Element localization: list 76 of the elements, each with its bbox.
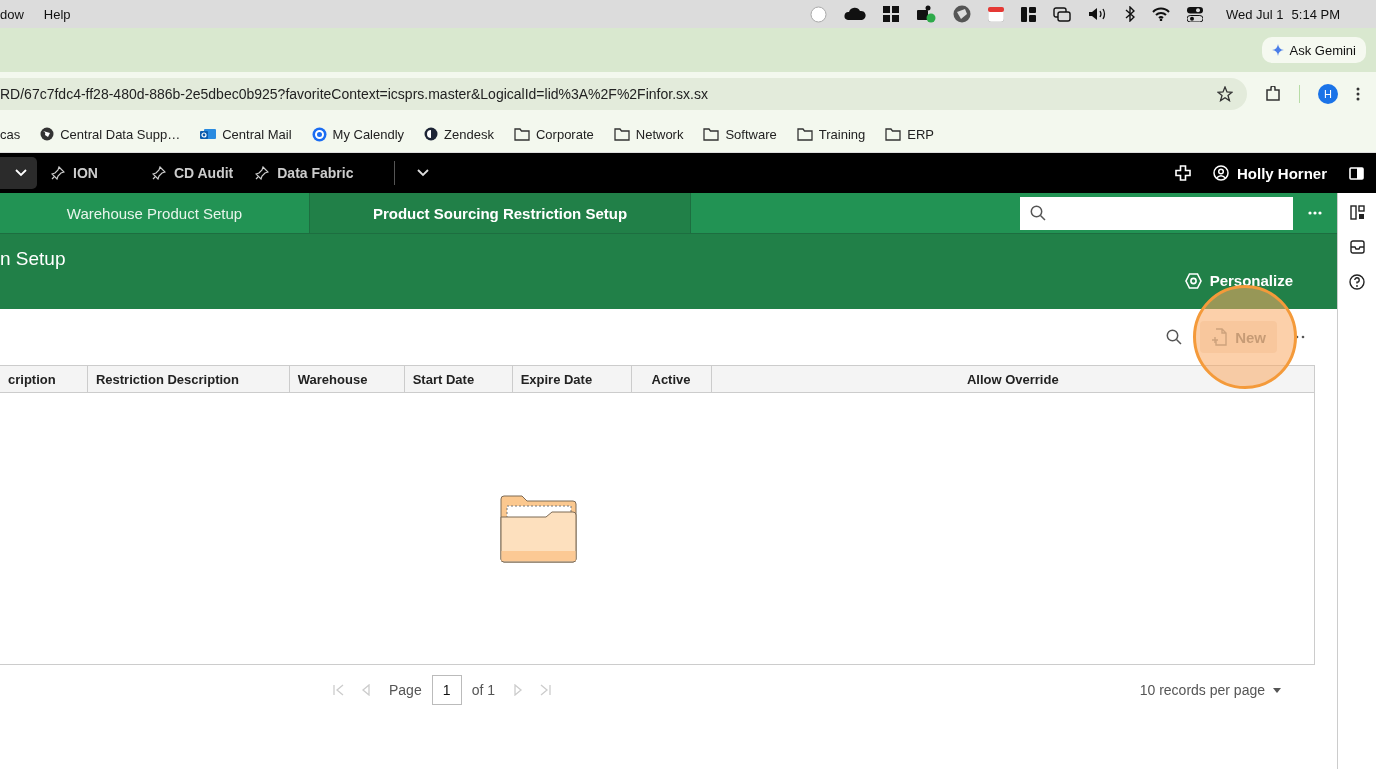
folder-icon	[796, 127, 813, 141]
layout-icon[interactable]	[1021, 6, 1036, 22]
column-header[interactable]: Allow Override	[711, 366, 1314, 392]
bookmark[interactable]: cas	[0, 126, 21, 142]
sparkle-icon	[1271, 44, 1284, 56]
pinned-app[interactable]: ION	[51, 165, 98, 181]
caret-icon	[1273, 687, 1281, 693]
hexagon-icon	[1184, 272, 1202, 289]
column-header[interactable]: Start Date	[404, 366, 513, 392]
bookmark[interactable]: Central Data Supp…	[40, 126, 181, 142]
inbox-icon[interactable]	[1349, 240, 1365, 254]
page-count: of 1	[471, 682, 496, 698]
column-header[interactable]: Restriction Description	[87, 366, 290, 392]
plus-icon[interactable]	[1175, 165, 1191, 181]
bookmark[interactable]: ERP	[885, 126, 934, 142]
menu-item[interactable]: Help	[43, 6, 71, 22]
mail-icon	[200, 127, 217, 141]
dashboard-icon[interactable]	[1349, 205, 1365, 220]
panel-icon[interactable]	[1349, 166, 1364, 180]
new-document-icon	[1211, 328, 1228, 346]
menu-item[interactable]: dow	[0, 6, 24, 22]
column-header[interactable]: Warehouse	[289, 366, 405, 392]
bookmark[interactable]: Central Mail	[200, 126, 292, 142]
bluetooth-icon[interactable]	[1125, 6, 1135, 22]
pinned-app[interactable]: CD Audit	[151, 165, 234, 181]
pin-icon	[51, 166, 65, 180]
volume-icon[interactable]	[1088, 7, 1108, 21]
search-icon[interactable]	[1166, 329, 1183, 345]
search-icon	[1030, 205, 1046, 221]
wifi-icon[interactable]	[1152, 7, 1170, 21]
bookmark[interactable]: Software	[703, 126, 777, 142]
column-header[interactable]: Active	[631, 366, 712, 392]
folder-icon	[703, 127, 720, 141]
chevron-down-icon	[15, 169, 27, 177]
empty-folder-icon	[500, 494, 578, 563]
pinned-app[interactable]: Data Fabric	[255, 165, 354, 181]
zendesk-icon	[424, 127, 439, 141]
address-bar[interactable]: RD/67c7fdc4-ff28-480d-886b-2e5dbec0b925?favoriteContext=icsprs.master&LogicalId=lid%3A%2F%2Finfor.sx.sx	[0, 78, 1247, 110]
control-center-icon[interactable]	[1187, 6, 1203, 22]
profile-avatar[interactable]: H	[1318, 84, 1338, 104]
calendly-icon	[311, 126, 327, 142]
dropdown-button[interactable]	[0, 157, 37, 189]
folder-icon	[513, 127, 530, 141]
menu-bar-date[interactable]: Wed Jul 1	[1226, 6, 1284, 22]
personalize-button[interactable]: Personalize	[1184, 272, 1293, 289]
ask-gemini-button[interactable]: Ask Gemini	[1261, 37, 1366, 63]
calendar-icon[interactable]	[988, 6, 1004, 22]
bookmark[interactable]: Corporate	[513, 126, 594, 142]
records-per-page-dropdown[interactable]: 10 records per page	[1133, 681, 1287, 699]
chevron-down-icon[interactable]	[416, 169, 429, 177]
page-title: n Setup	[0, 248, 66, 271]
more-icon[interactable]	[1356, 87, 1360, 101]
folder-icon	[885, 127, 902, 141]
pin-icon	[255, 166, 270, 180]
windows-icon[interactable]	[1053, 6, 1071, 22]
bookmark[interactable]: Network	[613, 126, 684, 142]
pin-icon	[151, 166, 166, 180]
page-input[interactable]: 1	[431, 675, 462, 705]
bookmark[interactable]: Zendesk	[424, 126, 494, 142]
bookmark[interactable]: Training	[796, 126, 866, 142]
search-field[interactable]	[1020, 196, 1293, 230]
column-header[interactable]: cription	[0, 366, 88, 392]
star-icon[interactable]	[1217, 86, 1233, 102]
menu-bar-time[interactable]: 5:14 PM	[1291, 6, 1340, 22]
help-icon[interactable]	[1349, 274, 1365, 290]
bookmark[interactable]: My Calendly	[311, 126, 405, 142]
folder-icon	[613, 127, 630, 141]
puzzle-icon[interactable]	[1265, 86, 1281, 102]
page-label: Page	[389, 682, 422, 698]
user-menu[interactable]: Holly Horner	[1213, 164, 1327, 182]
teams-icon[interactable]	[916, 5, 936, 23]
tab[interactable]: Product Sourcing Restriction Setup	[310, 193, 691, 233]
cloud-icon[interactable]	[844, 7, 866, 21]
user-icon	[1213, 165, 1229, 181]
column-header[interactable]: Expire Date	[512, 366, 632, 392]
grid-icon[interactable]	[883, 6, 899, 22]
